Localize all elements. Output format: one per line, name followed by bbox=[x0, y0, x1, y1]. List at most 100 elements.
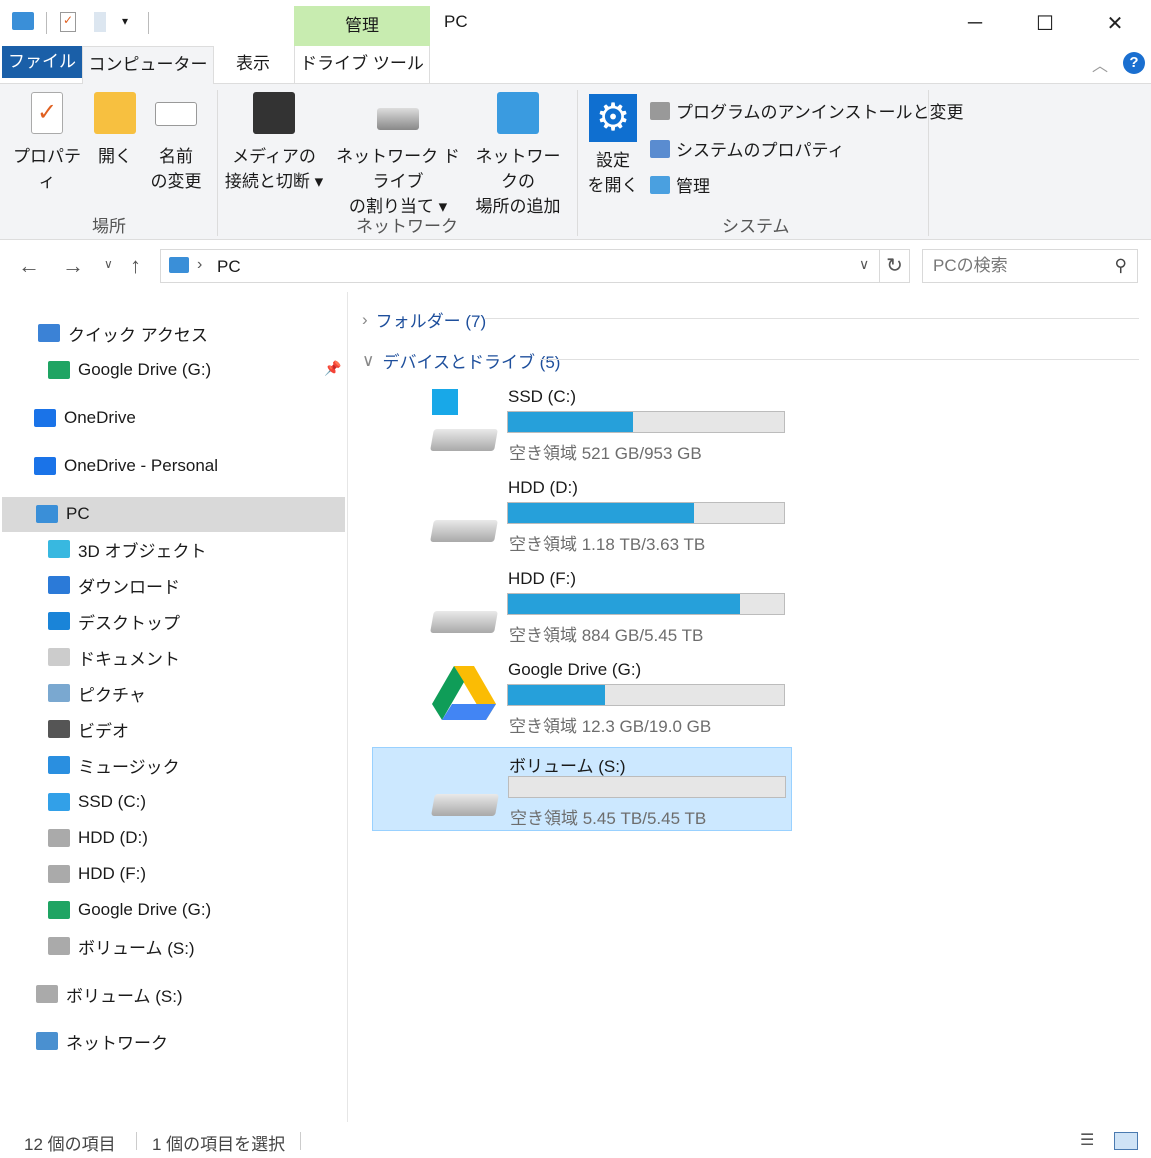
sidebar-item-icon bbox=[48, 756, 70, 774]
drive-tile[interactable]: ボリューム (S:) 空き領域 5.45 TB/5.45 TB bbox=[372, 747, 792, 831]
map-network-drive-button[interactable]: ネットワーク ドライブ の割り当て ▾ bbox=[328, 84, 468, 219]
media-label: メディアの bbox=[232, 147, 316, 166]
uninstall-programs-button[interactable]: プログラムのアンインストールと変更 bbox=[650, 98, 963, 123]
drive-tile[interactable]: Google Drive (G:) 空き領域 12.3 GB/19.0 GB bbox=[372, 656, 792, 740]
up-button[interactable]: ↑ bbox=[130, 253, 141, 279]
drive-usage-bar bbox=[507, 593, 785, 615]
add-location-label: ネットワークの bbox=[475, 147, 561, 191]
sidebar-item-icon bbox=[48, 576, 70, 594]
sidebar-item[interactable]: OneDrive - Personal bbox=[34, 449, 218, 483]
hdd-icon bbox=[431, 774, 499, 816]
context-tab-manage[interactable]: 管理 bbox=[294, 6, 430, 46]
minimize-button[interactable]: ─ bbox=[940, 0, 1010, 46]
search-icon: ⚲ bbox=[1114, 256, 1127, 275]
sidebar-item[interactable]: ピクチャ bbox=[48, 676, 146, 710]
search-input[interactable]: PCの検索 ⚲ bbox=[922, 249, 1138, 283]
google-drive-icon bbox=[432, 666, 496, 724]
sidebar-item[interactable]: HDD (D:) bbox=[48, 821, 148, 855]
sidebar-item[interactable]: クイック アクセス bbox=[38, 316, 208, 350]
drive-usage-bar bbox=[507, 502, 785, 524]
sidebar-item[interactable]: ネットワーク bbox=[36, 1024, 168, 1058]
forward-button[interactable]: → bbox=[62, 253, 84, 279]
divider bbox=[300, 1132, 301, 1150]
sidebar-item[interactable]: Google Drive (G:) bbox=[48, 893, 211, 927]
sidebar-item-label: ボリューム (S:) bbox=[78, 938, 195, 958]
sidebar-item-label: HDD (F:) bbox=[78, 864, 146, 883]
address-bar[interactable]: › PC ∨ bbox=[160, 249, 880, 283]
sidebar-item[interactable]: ボリューム (S:) bbox=[36, 977, 183, 1011]
group-devices[interactable]: ∨ デバイスとドライブ (5) bbox=[362, 348, 560, 373]
divider bbox=[928, 90, 929, 236]
drive-free-space: 空き領域 12.3 GB/19.0 GB bbox=[509, 717, 712, 736]
tab-file[interactable]: ファイル bbox=[2, 46, 82, 78]
properties-qat-icon[interactable]: ✓ bbox=[60, 12, 76, 32]
sidebar-item-label: ビデオ bbox=[78, 721, 129, 741]
sidebar-item[interactable]: Google Drive (G:) bbox=[48, 353, 211, 387]
drive-free-space: 空き領域 5.45 TB/5.45 TB bbox=[510, 809, 707, 828]
sidebar-item[interactable]: HDD (F:) bbox=[48, 857, 146, 891]
tab-view[interactable]: 表示 bbox=[222, 46, 284, 84]
drive-name: HDD (F:) bbox=[508, 569, 576, 588]
rename-icon bbox=[155, 102, 197, 126]
sidebar-item-label: SSD (C:) bbox=[78, 792, 146, 811]
maximize-button[interactable]: ☐ bbox=[1010, 0, 1080, 46]
chevron-down-icon: ∨ bbox=[362, 350, 375, 370]
help-icon[interactable]: ? bbox=[1123, 52, 1145, 74]
sidebar-item[interactable]: ミュージック bbox=[48, 748, 180, 782]
tab-drive-tools[interactable]: ドライブ ツール bbox=[294, 46, 430, 84]
divider bbox=[136, 1132, 137, 1150]
open-settings-button[interactable]: ⚙ 設定 を開く bbox=[586, 84, 640, 198]
sidebar-item[interactable]: SSD (C:) bbox=[48, 785, 146, 819]
details-view-icon[interactable]: ☰ bbox=[1080, 1130, 1094, 1150]
title-bar: ✓ ▾ 管理 PC ─ ☐ ✕ bbox=[0, 0, 1151, 46]
group-folders[interactable]: › フォルダー (7) bbox=[362, 307, 486, 332]
drive-tile[interactable]: SSD (C:) 空き領域 521 GB/953 GB bbox=[372, 383, 792, 467]
collapse-ribbon-icon[interactable]: ︿ bbox=[1092, 52, 1108, 76]
sidebar-item[interactable]: ダウンロード bbox=[48, 568, 180, 602]
qat-dropdown-icon[interactable]: ▾ bbox=[122, 14, 128, 28]
uninstall-label: プログラムのアンインストールと変更 bbox=[676, 103, 964, 122]
open-button[interactable]: 開く bbox=[88, 84, 142, 169]
manage-button[interactable]: 管理 bbox=[650, 172, 710, 197]
item-count: 12 個の項目 bbox=[24, 1135, 116, 1154]
sidebar-item-label: 3D オブジェクト bbox=[78, 541, 207, 561]
close-button[interactable]: ✕ bbox=[1080, 0, 1150, 46]
media-connect-button[interactable]: メディアの 接続と切断 ▾ bbox=[222, 84, 326, 194]
sidebar-item-label: ネットワーク bbox=[66, 1033, 168, 1053]
drive-usage-bar bbox=[507, 411, 785, 433]
sidebar-item[interactable]: ボリューム (S:) bbox=[48, 929, 195, 963]
sidebar-item[interactable]: ドキュメント bbox=[48, 640, 180, 674]
drive-usage-fill bbox=[508, 594, 741, 614]
tab-computer[interactable]: コンピューター bbox=[82, 46, 214, 85]
properties-button[interactable]: ✓ プロパティ bbox=[8, 84, 86, 194]
large-icons-view-icon[interactable] bbox=[1114, 1132, 1138, 1150]
sidebar-item[interactable]: OneDrive bbox=[34, 401, 136, 435]
sidebar-item-label: デスクトップ bbox=[78, 613, 180, 633]
sidebar-item-icon bbox=[48, 361, 70, 379]
drive-free-space: 空き領域 521 GB/953 GB bbox=[509, 444, 702, 463]
sidebar-item[interactable]: デスクトップ bbox=[48, 604, 180, 638]
sidebar-item-label: クイック アクセス bbox=[68, 325, 208, 345]
drive-name: HDD (D:) bbox=[508, 478, 578, 497]
breadcrumb-pc[interactable]: PC bbox=[217, 257, 241, 277]
drive-name: ボリューム (S:) bbox=[509, 757, 626, 776]
rename-button[interactable]: 名前 の変更 bbox=[146, 84, 206, 194]
sidebar-item-icon bbox=[48, 829, 70, 847]
sidebar-item[interactable]: PC bbox=[36, 497, 90, 531]
add-location-label: 場所の追加 bbox=[475, 197, 561, 216]
divider bbox=[484, 318, 1139, 319]
back-button[interactable]: ← bbox=[18, 253, 40, 279]
sidebar-item[interactable]: ビデオ bbox=[48, 712, 129, 746]
refresh-button[interactable]: ↻ bbox=[880, 249, 910, 283]
add-network-location-button[interactable]: ネットワークの 場所の追加 bbox=[468, 84, 568, 219]
sidebar-item-label: ピクチャ bbox=[78, 685, 146, 705]
address-dropdown-icon[interactable]: ∨ bbox=[859, 256, 869, 273]
drive-tile[interactable]: HDD (F:) 空き領域 884 GB/5.45 TB bbox=[372, 565, 792, 649]
drive-usage-fill bbox=[508, 412, 634, 432]
sidebar-item-label: ダウンロード bbox=[78, 577, 180, 597]
sidebar-item[interactable]: 3D オブジェクト bbox=[48, 532, 206, 566]
system-properties-button[interactable]: システムのプロパティ bbox=[650, 136, 844, 161]
new-folder-qat-icon[interactable] bbox=[94, 12, 106, 32]
drive-tile[interactable]: HDD (D:) 空き領域 1.18 TB/3.63 TB bbox=[372, 474, 792, 558]
recent-locations-button[interactable]: ∨ bbox=[104, 257, 113, 271]
